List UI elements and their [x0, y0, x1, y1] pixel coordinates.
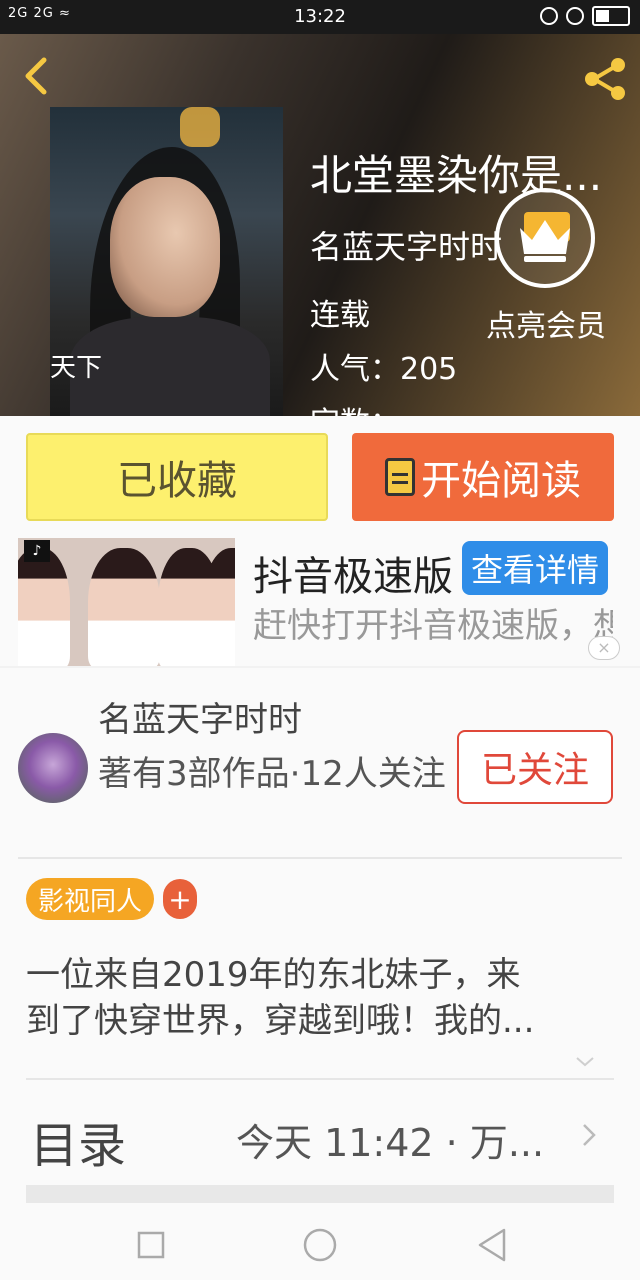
divider: [18, 857, 622, 859]
share-icon[interactable]: [582, 56, 628, 102]
synopsis[interactable]: 一位来自2019年的东北妹子，来 到了快穿世界，穿越到哦！我的...: [26, 952, 606, 1044]
divider: [0, 666, 640, 668]
back-icon[interactable]: [476, 1227, 508, 1263]
vip-label[interactable]: 点亮会员: [486, 305, 606, 349]
start-reading-label: 开始阅读: [421, 458, 581, 504]
status-bar: 2G 2G ≈ 13:22: [0, 0, 640, 34]
chevron-down-icon[interactable]: [574, 1050, 596, 1072]
synopsis-line-2: 到了快穿世界，穿越到哦！我的...: [26, 1001, 535, 1041]
book-cover-image[interactable]: 天下: [50, 107, 283, 416]
start-reading-button[interactable]: 开始阅读: [352, 433, 614, 521]
ad-image[interactable]: [18, 538, 235, 666]
ad-title[interactable]: 抖音极速版: [253, 544, 453, 602]
tiktok-logo-icon: ♪: [24, 540, 50, 562]
book-title: 北堂墨染你是...: [310, 151, 603, 200]
ad-details-label: 查看详情: [470, 551, 599, 589]
tag-label: 影视同人: [37, 886, 142, 917]
toc-latest-update[interactable]: 今天 11:42 · 万...: [236, 1112, 546, 1167]
book-author[interactable]: 名蓝天字时时: [310, 222, 502, 268]
recent-apps-icon[interactable]: [137, 1231, 165, 1259]
back-arrow-icon[interactable]: [18, 56, 58, 96]
tag-chip[interactable]: 影视同人: [26, 878, 154, 920]
author-card-name[interactable]: 名蓝天字时时: [98, 692, 302, 741]
system-nav-bar: [0, 1203, 640, 1280]
chevron-right-icon[interactable]: [578, 1122, 600, 1148]
crown-icon: [520, 212, 570, 262]
status-icons: [540, 6, 630, 26]
alarm-icon: [566, 7, 584, 25]
synopsis-line-1: 一位来自2019年的东北妹子，来: [26, 955, 521, 995]
divider: [26, 1078, 614, 1080]
book-icon: [385, 458, 415, 496]
plus-icon: +: [168, 882, 192, 916]
add-tag-button[interactable]: +: [163, 879, 197, 919]
ad-details-button[interactable]: 查看详情: [462, 541, 608, 595]
battery-icon: [592, 6, 630, 26]
follow-label: 已关注: [480, 750, 589, 791]
lock-rotation-icon: [540, 7, 558, 25]
book-status: 连载: [310, 298, 370, 333]
ad-description: 赶快打开抖音极速版，想看什么随便搜，全: [253, 606, 613, 646]
ad-close-icon[interactable]: ×: [588, 636, 620, 660]
author-card-meta: 著有3部作品·12人关注: [98, 754, 446, 794]
book-word-count: 字数：: [310, 398, 400, 416]
follow-button[interactable]: 已关注: [457, 730, 613, 804]
cover-watermark: 天下: [50, 353, 103, 383]
favorited-label: 已收藏: [117, 458, 237, 504]
home-icon[interactable]: [302, 1227, 338, 1263]
toc-label[interactable]: 目录: [30, 1106, 126, 1176]
book-popularity: 人气：205: [310, 352, 458, 387]
section-separator: [26, 1185, 614, 1203]
author-avatar[interactable]: [18, 733, 88, 803]
favorited-button[interactable]: 已收藏: [26, 433, 328, 521]
